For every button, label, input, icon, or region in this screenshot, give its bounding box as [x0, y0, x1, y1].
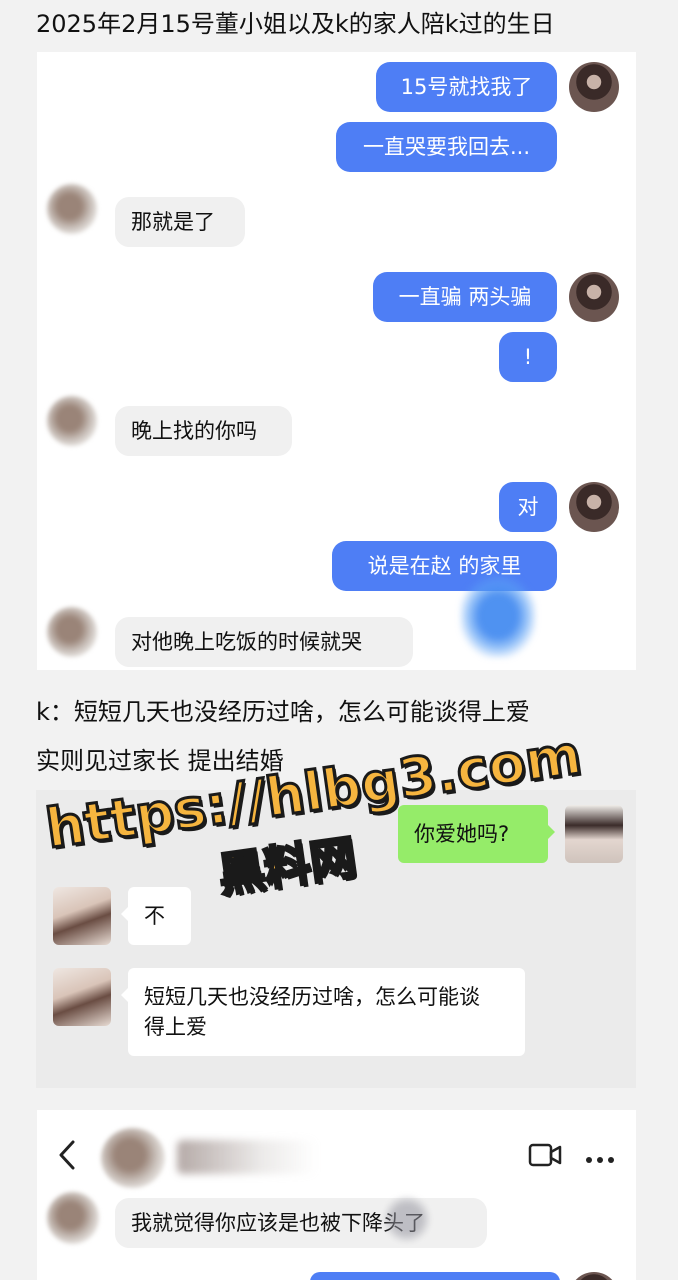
caption-top: 2025年2月15号董小姐以及k的家人陪k过的生日 — [36, 10, 555, 38]
message-bubble-in: 对他晚上吃饭的时候就哭 — [115, 617, 413, 667]
redaction-blur — [382, 1194, 432, 1244]
message-bubble-in: 短短几天也没经历过啥，怎么可能谈得上爱 — [121, 968, 525, 1056]
avatar-other[interactable] — [47, 1192, 99, 1244]
contact-name-redacted — [177, 1140, 317, 1174]
avatar-other[interactable] — [47, 184, 97, 234]
message-bubble-out: 一直哭要我回去... — [336, 122, 557, 172]
avatar-self[interactable] — [569, 272, 619, 322]
avatar-other[interactable] — [47, 396, 97, 446]
video-camera-icon[interactable] — [528, 1142, 562, 1172]
chat-panel-3: 我就觉得你应该是也被下降头了 — [37, 1110, 636, 1280]
message-bubble-out: 你爱她吗? — [398, 805, 555, 863]
message-bubble-in: 晚上找的你吗 — [115, 406, 292, 456]
avatar-self[interactable] — [565, 805, 623, 863]
chat-panel-1: 15号就找我了 一直哭要我回去... 那就是了 一直骗 两头骗 ! 晚上找的你吗… — [37, 52, 636, 670]
message-bubble-out: 一直骗 两头骗 — [373, 272, 557, 322]
message-bubble-out: 15号就找我了 — [376, 62, 557, 112]
message-bubble-out — [310, 1272, 560, 1280]
avatar-other[interactable] — [47, 607, 97, 657]
more-dots-icon[interactable] — [585, 1150, 615, 1169]
avatar-other[interactable] — [53, 968, 111, 1026]
message-bubble-out: ! — [499, 332, 557, 382]
redaction-blur — [460, 574, 536, 658]
avatar-self[interactable] — [569, 1272, 619, 1280]
caption-mid: k：短短几天也没经历过啥，怎么可能谈得上爱 — [36, 698, 530, 726]
message-bubble-out: 对 — [499, 482, 557, 532]
chevron-left-icon[interactable] — [57, 1138, 79, 1176]
message-bubble-in: 不 — [121, 887, 191, 945]
message-bubble-in: 那就是了 — [115, 197, 245, 247]
avatar-self[interactable] — [569, 482, 619, 532]
avatar-other[interactable] — [101, 1128, 165, 1188]
avatar-other[interactable] — [53, 887, 111, 945]
avatar-self[interactable] — [569, 62, 619, 112]
